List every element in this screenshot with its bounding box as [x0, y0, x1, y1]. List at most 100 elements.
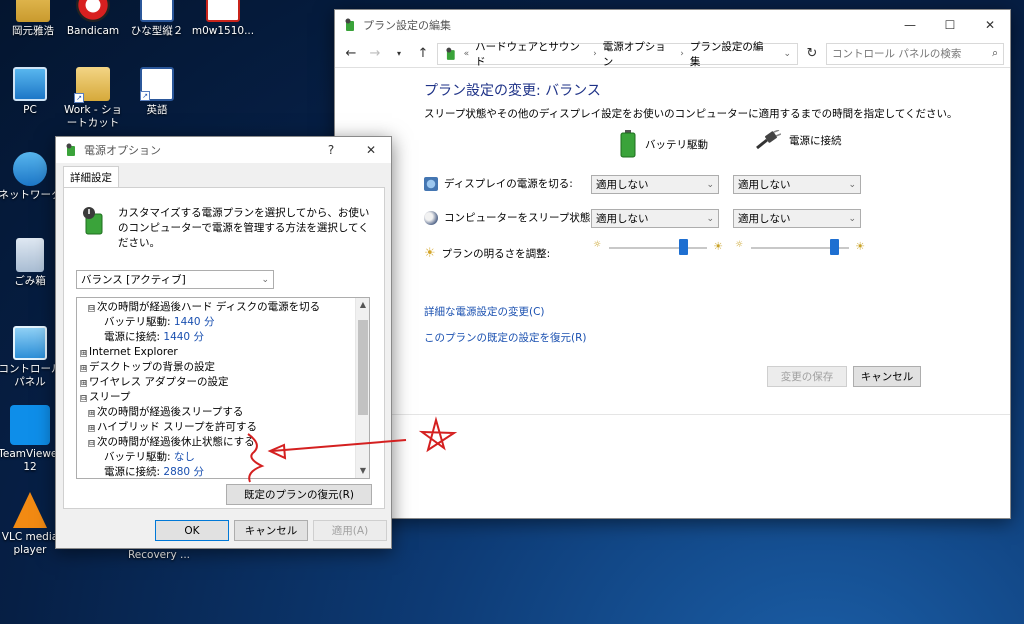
row-display-off: ディスプレイの電源を切る:: [424, 176, 573, 191]
help-button[interactable]: ?: [311, 135, 351, 165]
tree-row-value[interactable]: 1440 分: [160, 331, 204, 343]
collapse-icon[interactable]: ⊟: [88, 305, 95, 312]
tab-advanced-settings[interactable]: 詳細設定: [63, 166, 119, 187]
expand-icon[interactable]: ⊞: [88, 425, 95, 432]
desktop-icon-control-panel[interactable]: コントロール パネル: [0, 326, 63, 389]
power-plan-icon: [345, 18, 354, 31]
settings-tree[interactable]: ⊟ 次の時間が経過後ハード ディスクの電源を切る バッテリ駆動: 1440 分電源に…: [76, 297, 370, 479]
cp-titlebar[interactable]: プラン設定の編集 — ☐ ✕: [335, 10, 1010, 40]
desktop-icon-user-folder[interactable]: 岡元雅浩: [0, 0, 66, 38]
desktop-icon-vlc[interactable]: VLC media player: [0, 492, 63, 557]
desktop-icon-work-shortcut[interactable]: ↗ Work - ショートカット: [60, 67, 126, 130]
up-arrow-icon[interactable]: ↑: [413, 44, 433, 64]
sleep-battery-select[interactable]: 適用しない ⌄: [591, 209, 719, 228]
tree-row-label: 次の時間が経過後休止状態にする: [97, 436, 255, 448]
tree-row[interactable]: ⊞ ハイブリッド スリープを許可する: [88, 420, 257, 435]
expand-icon[interactable]: ⊞: [80, 380, 87, 387]
pdf-icon: [206, 0, 240, 22]
tree-row[interactable]: 電源に接続: 2880 分: [104, 465, 204, 478]
plan-select[interactable]: バランス [アクティブ] ⌄: [76, 270, 274, 289]
scroll-thumb[interactable]: [358, 320, 368, 415]
control-panel-small-icon: [446, 47, 455, 60]
tree-row[interactable]: ⊟ 次の時間が経過後ハード ディスクの電源を切る: [88, 300, 320, 315]
maximize-button[interactable]: ☐: [930, 10, 970, 40]
slider-thumb[interactable]: [830, 239, 840, 255]
cp-cancel-button[interactable]: キャンセル: [853, 366, 921, 387]
tree-row[interactable]: ⊟ 次の時間が経過後休止状態にする: [88, 435, 255, 450]
desktop-icon-pc[interactable]: PC: [0, 67, 63, 117]
collapse-icon[interactable]: ⊟: [88, 440, 95, 447]
desktop-icon-network[interactable]: ネットワーク: [0, 152, 63, 202]
slider-thumb[interactable]: [678, 239, 688, 255]
expand-icon[interactable]: ⊞: [88, 410, 95, 417]
po-titlebar[interactable]: 電源オプション ? ✕: [56, 137, 391, 163]
search-input[interactable]: コントロール パネルの検索 ⌕: [826, 42, 1004, 65]
chevron-down-icon[interactable]: ⌄: [783, 49, 791, 59]
advanced-settings-link[interactable]: 詳細な電源設定の変更(C): [424, 304, 545, 319]
restore-defaults-link[interactable]: このプランの既定の設定を復元(R): [424, 330, 587, 345]
recent-dropdown-icon[interactable]: ▾: [389, 44, 409, 64]
brightness-battery-slider[interactable]: ☼ ☀: [593, 238, 723, 258]
power-plug-icon: [756, 130, 781, 150]
brightness-plugged-slider[interactable]: ☼ ☀: [735, 238, 865, 258]
tree-scrollbar[interactable]: ▲ ▼: [355, 298, 369, 478]
breadcrumb[interactable]: « ハードウェアとサウンド › 電源オプション › プラン設定の編集 ⌄: [437, 41, 798, 68]
po-close-button[interactable]: ✕: [351, 135, 391, 165]
minimize-button[interactable]: —: [890, 10, 930, 40]
display-plugged-select[interactable]: 適用しない ⌄: [733, 175, 861, 194]
tree-row-value[interactable]: 2880 分: [160, 466, 204, 478]
desktop-icon-recycle-bin[interactable]: ごみ箱: [0, 238, 63, 288]
tree-row-label: バッテリ駆動:: [104, 316, 171, 328]
sleep-plugged-select[interactable]: 適用しない ⌄: [733, 209, 861, 228]
expand-icon[interactable]: ⊞: [80, 365, 87, 372]
tree-row[interactable]: 電源に接続: 1440 分: [104, 330, 204, 345]
tree-row[interactable]: バッテリ駆動: 1440 分: [104, 315, 214, 330]
po-window-title: 電源オプション: [84, 144, 161, 157]
desktop-icon-pdf[interactable]: m0w1510...: [190, 0, 256, 38]
tree-row[interactable]: ⊞ ワイヤレス アダプターの設定: [80, 375, 229, 390]
bright-sun-icon: ☀: [713, 240, 723, 253]
tree-row[interactable]: ⊞ 次の時間が経過後スリープする: [88, 405, 243, 420]
cp-content: プラン設定の変更: バランス スリープ状態やその他のディスプレイ設定をお使いのコ…: [335, 68, 1010, 518]
tree-row-value[interactable]: 1440 分: [171, 316, 215, 328]
tree-row[interactable]: ⊞ Internet Explorer: [80, 345, 178, 360]
ok-button[interactable]: OK: [155, 520, 229, 541]
bandicam-icon: [76, 0, 110, 22]
breadcrumb-edit-plan[interactable]: プラン設定の編集: [690, 39, 772, 69]
expand-icon[interactable]: ⊞: [80, 350, 87, 357]
breadcrumb-hardware-sound[interactable]: ハードウェアとサウンド: [475, 39, 587, 69]
chevron-down-icon: ⌄: [261, 274, 269, 285]
save-changes-button[interactable]: 変更の保存: [767, 366, 847, 387]
tree-row-label: 次の時間が経過後スリープする: [97, 406, 244, 418]
refresh-icon[interactable]: ↻: [802, 43, 822, 65]
breadcrumb-power-options[interactable]: 電源オプション: [603, 39, 674, 69]
po-cancel-button[interactable]: キャンセル: [234, 520, 308, 541]
apply-button[interactable]: 適用(A): [313, 520, 387, 541]
word-document-icon: [140, 0, 174, 22]
tree-row[interactable]: バッテリ駆動: なし: [104, 450, 195, 465]
close-button[interactable]: ✕: [970, 10, 1010, 40]
collapse-icon[interactable]: ⊟: [80, 395, 87, 402]
chevron-right-icon: ›: [680, 48, 684, 59]
restore-plan-button[interactable]: 既定のプランの復元(R): [226, 484, 372, 505]
breadcrumb-overflow[interactable]: «: [464, 49, 470, 59]
back-arrow-icon[interactable]: ←: [341, 44, 361, 64]
forward-arrow-icon[interactable]: →: [365, 44, 385, 64]
desktop-icon-bandicam[interactable]: Bandicam: [60, 0, 126, 38]
sun-icon: ☀: [424, 246, 436, 261]
network-icon: [13, 152, 47, 186]
desktop-icon-word-hinagata[interactable]: ひな型縦２: [124, 0, 190, 38]
desktop-icon-teamviewer[interactable]: TeamViewer 12: [0, 405, 63, 474]
display-battery-select[interactable]: 適用しない ⌄: [591, 175, 719, 194]
scroll-down-icon[interactable]: ▼: [356, 464, 369, 478]
scroll-up-icon[interactable]: ▲: [356, 298, 369, 312]
tree-row[interactable]: ⊟ スリープ: [80, 390, 130, 405]
desktop-icon-eigo[interactable]: ↗ 英語: [124, 67, 190, 117]
desktop-icon-recovery[interactable]: Recovery ...: [126, 549, 192, 562]
search-icon: ⌕: [992, 47, 998, 59]
row-brightness: ☀ プランの明るさを調整:: [424, 246, 551, 261]
tree-row-value[interactable]: なし: [171, 451, 195, 463]
chevron-down-icon: ⌄: [706, 179, 714, 190]
tree-row[interactable]: ⊞ デスクトップの背景の設定: [80, 360, 215, 375]
power-options-icon: [66, 143, 75, 156]
